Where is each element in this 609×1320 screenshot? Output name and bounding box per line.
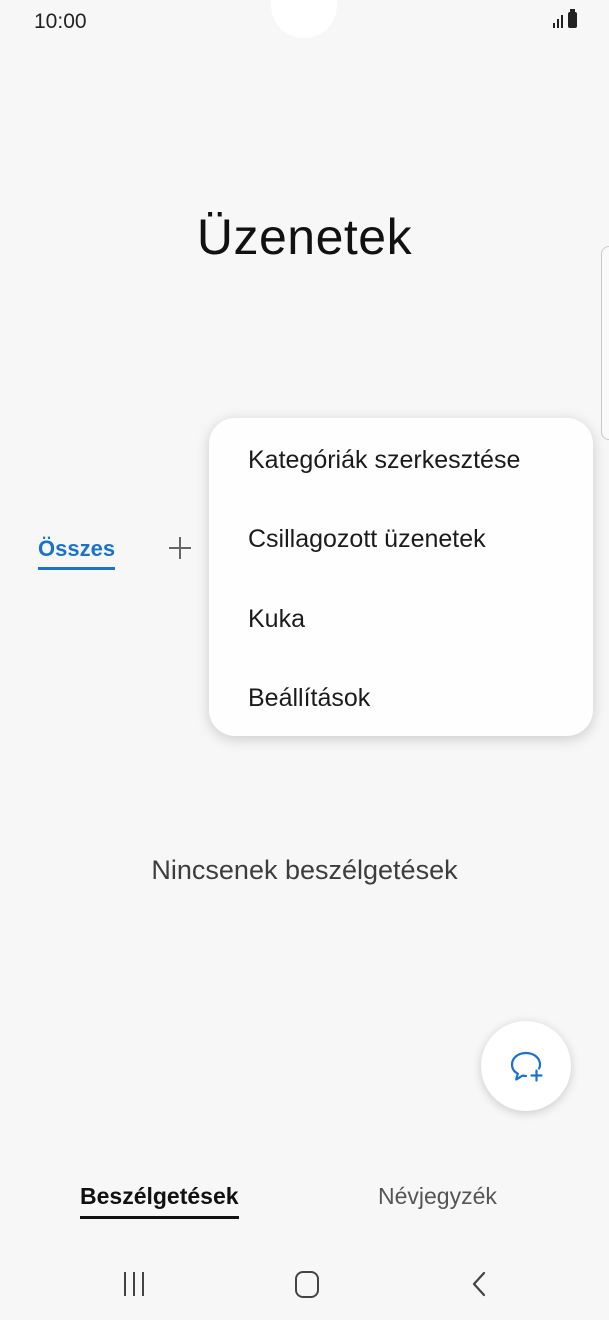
status-icons (553, 9, 577, 28)
signal-icon (553, 12, 563, 28)
menu-item-trash[interactable]: Kuka (248, 605, 305, 634)
tab-conversations[interactable]: Beszélgetések (80, 1183, 239, 1219)
scroll-indicator[interactable] (601, 246, 609, 440)
tab-contacts[interactable]: Névjegyzék (378, 1183, 497, 1210)
new-chat-icon (510, 1051, 543, 1082)
menu-item-edit-categories[interactable]: Kategóriák szerkesztése (248, 446, 520, 475)
back-icon[interactable] (470, 1271, 488, 1297)
home-icon[interactable] (295, 1271, 319, 1298)
tab-all[interactable]: Összes (38, 536, 116, 570)
camera-notch (271, 0, 337, 38)
navigation-bar (0, 1250, 609, 1320)
battery-icon (568, 9, 577, 28)
status-bar: 10:00 (0, 0, 609, 48)
status-time: 10:00 (34, 10, 87, 33)
popup-menu: Kategóriák szerkesztése Csillagozott üze… (209, 418, 593, 736)
add-category-icon[interactable] (166, 534, 194, 562)
menu-item-settings[interactable]: Beállítások (248, 684, 370, 713)
page-title: Üzenetek (196, 209, 413, 265)
new-conversation-button[interactable] (481, 1021, 571, 1111)
menu-item-starred-messages[interactable]: Csillagozott üzenetek (248, 525, 486, 554)
empty-state-text: Nincsenek beszélgetések (151, 855, 458, 885)
recent-apps-icon[interactable] (124, 1272, 152, 1296)
